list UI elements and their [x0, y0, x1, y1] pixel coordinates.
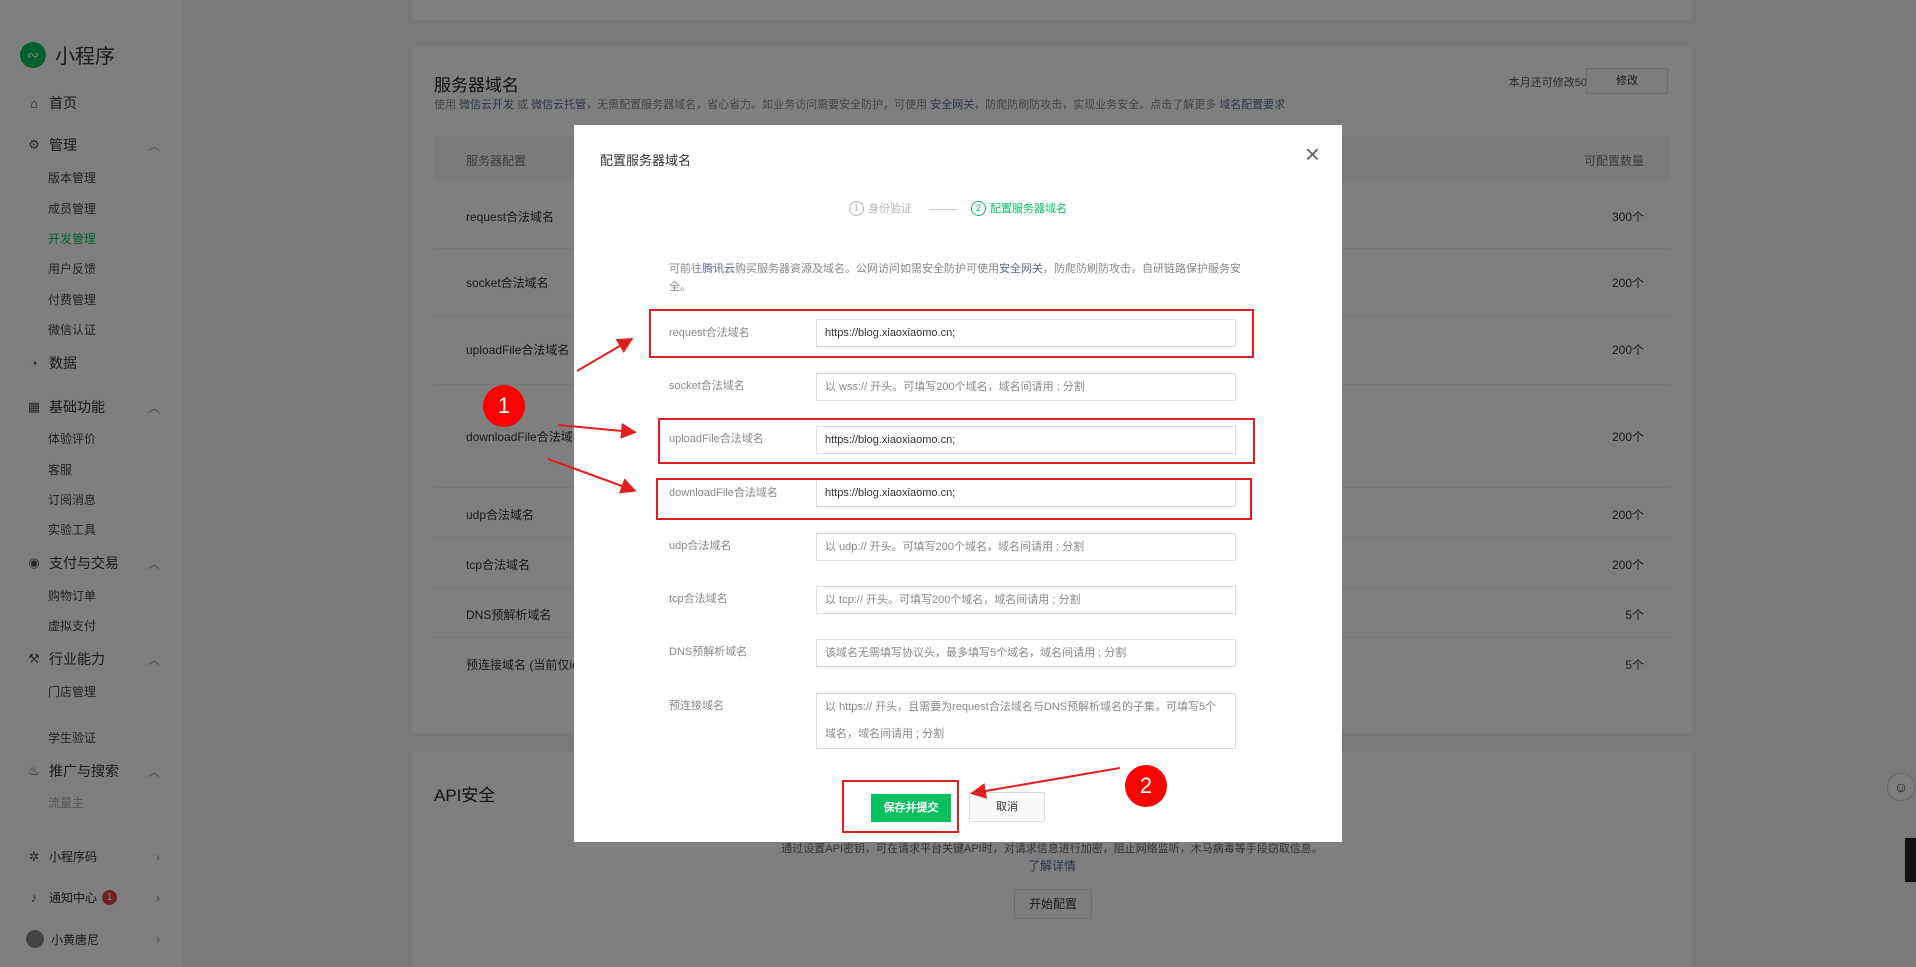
- annotation-arrows: [547, 337, 1121, 799]
- annotation-marker-2: 2: [1125, 765, 1167, 807]
- annotation-marker-1: 1: [483, 385, 525, 427]
- arrow-to-save: [970, 767, 1121, 799]
- arrow-to-request: [576, 337, 634, 372]
- arrow-to-download: [547, 458, 637, 494]
- arrow-to-upload: [557, 422, 637, 439]
